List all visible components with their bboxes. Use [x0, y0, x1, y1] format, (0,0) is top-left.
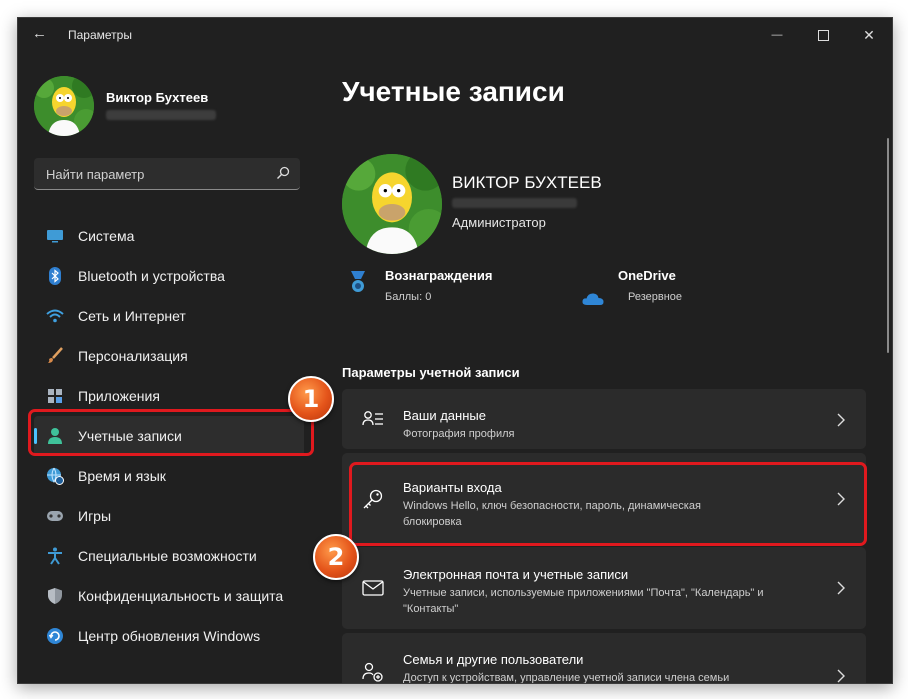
card-family[interactable]: Семья и другие пользователи Доступ к уст… — [342, 633, 866, 684]
sidebar-item-label: Сеть и Интернет — [78, 308, 186, 324]
section-heading: Параметры учетной записи — [342, 365, 520, 380]
sidebar-item-accessibility[interactable]: Специальные возможности — [34, 536, 304, 576]
avatar — [34, 76, 94, 136]
onedrive-icon — [582, 293, 604, 305]
user-name: ВИКТОР БУХТЕЕВ — [452, 173, 602, 192]
maximize-icon — [817, 29, 829, 41]
mail-icon — [362, 580, 384, 596]
minimize-icon: — — [771, 29, 783, 41]
sidebar-item-bluetooth[interactable]: Bluetooth и устройства — [34, 256, 304, 296]
maximize-button[interactable] — [800, 18, 846, 52]
highlight-accounts — [28, 409, 314, 456]
sidebar-item-time-language[interactable]: Время и язык — [34, 456, 304, 496]
sidebar-item-windows-update[interactable]: Центр обновления Windows — [34, 616, 304, 656]
scrollbar[interactable] — [887, 138, 889, 353]
sidebar-item-label: Приложения — [78, 388, 160, 404]
card-subtitle: Фотография профиля — [403, 428, 515, 440]
back-arrow-icon[interactable]: ← — [32, 26, 48, 42]
card-title: Электронная почта и учетные записи — [403, 567, 629, 582]
bluetooth-icon — [46, 267, 64, 285]
card-email-accounts[interactable]: Электронная почта и учетные записи Учетн… — [342, 547, 866, 629]
sidebar-item-label: Время и язык — [78, 468, 166, 484]
minimize-button[interactable]: — — [754, 18, 800, 52]
person-list-icon — [362, 411, 383, 426]
sidebar-item-label: Центр обновления Windows — [78, 628, 261, 644]
card-subtitle: Доступ к устройствам, управление учетной… — [403, 672, 730, 684]
sidebar-item-label: Специальные возможности — [78, 548, 257, 564]
sidebar-item-network[interactable]: Сеть и Интернет — [34, 296, 304, 336]
close-icon: ✕ — [863, 26, 875, 43]
profile-email-redacted — [106, 110, 216, 120]
card-subtitle: Учетные записи, используемые приложениям… — [403, 587, 764, 615]
chevron-right-icon — [837, 413, 845, 427]
rewards-title[interactable]: Вознаграждения — [385, 268, 492, 283]
card-title: Ваши данные — [403, 408, 486, 423]
sidebar-item-privacy[interactable]: Конфиденциальность и защита — [34, 576, 304, 616]
wifi-icon — [46, 307, 64, 325]
accessibility-icon — [46, 547, 64, 565]
onedrive-title[interactable]: OneDrive — [618, 268, 676, 283]
onedrive-status: Резервное — [628, 291, 683, 303]
sidebar-item-personalization[interactable]: Персонализация — [34, 336, 304, 376]
title-bar: ← Параметры — ✕ — [18, 18, 892, 52]
window-title: Параметры — [68, 28, 132, 42]
gamepad-icon — [46, 507, 64, 525]
sidebar-item-label: Bluetooth и устройства — [78, 268, 225, 284]
sidebar-item-label: Персонализация — [78, 348, 188, 364]
search-input[interactable] — [44, 158, 268, 190]
search-icon[interactable] — [276, 166, 290, 180]
sidebar-item-system[interactable]: Система — [34, 216, 304, 256]
step-badge-2: 2 — [313, 534, 359, 580]
card-title: Семья и другие пользователи — [403, 652, 584, 667]
sidebar-item-gaming[interactable]: Игры — [34, 496, 304, 536]
card-your-info[interactable]: Ваши данные Фотография профиля — [342, 389, 866, 449]
search-box[interactable] — [34, 158, 300, 190]
monitor-icon — [46, 227, 64, 245]
user-avatar-large — [342, 154, 442, 254]
sidebar-item-label: Система — [78, 228, 135, 244]
apps-icon — [46, 387, 64, 405]
globe-clock-icon — [46, 467, 64, 485]
page-title: Учетные записи — [342, 76, 565, 107]
family-icon — [362, 662, 383, 682]
chevron-right-icon — [837, 581, 845, 595]
profile-name: Виктор Бухтеев — [106, 90, 209, 105]
brush-icon — [46, 347, 64, 365]
user-role: Администратор — [452, 215, 546, 230]
highlight-sign-in-options — [349, 462, 867, 546]
rewards-icon — [351, 271, 365, 292]
chevron-right-icon — [837, 669, 845, 683]
sidebar-item-label: Игры — [78, 508, 112, 524]
shield-icon — [46, 587, 64, 605]
user-email-redacted — [452, 198, 577, 208]
sidebar-item-label: Конфиденциальность и защита — [78, 588, 284, 604]
rewards-points: Баллы: 0 — [385, 291, 432, 303]
close-button[interactable]: ✕ — [846, 18, 892, 52]
settings-window: ← Параметры — ✕ Виктор Бухтеев Найти пар… — [17, 17, 893, 684]
update-icon — [46, 627, 64, 645]
step-badge-1: 1 — [288, 376, 334, 422]
